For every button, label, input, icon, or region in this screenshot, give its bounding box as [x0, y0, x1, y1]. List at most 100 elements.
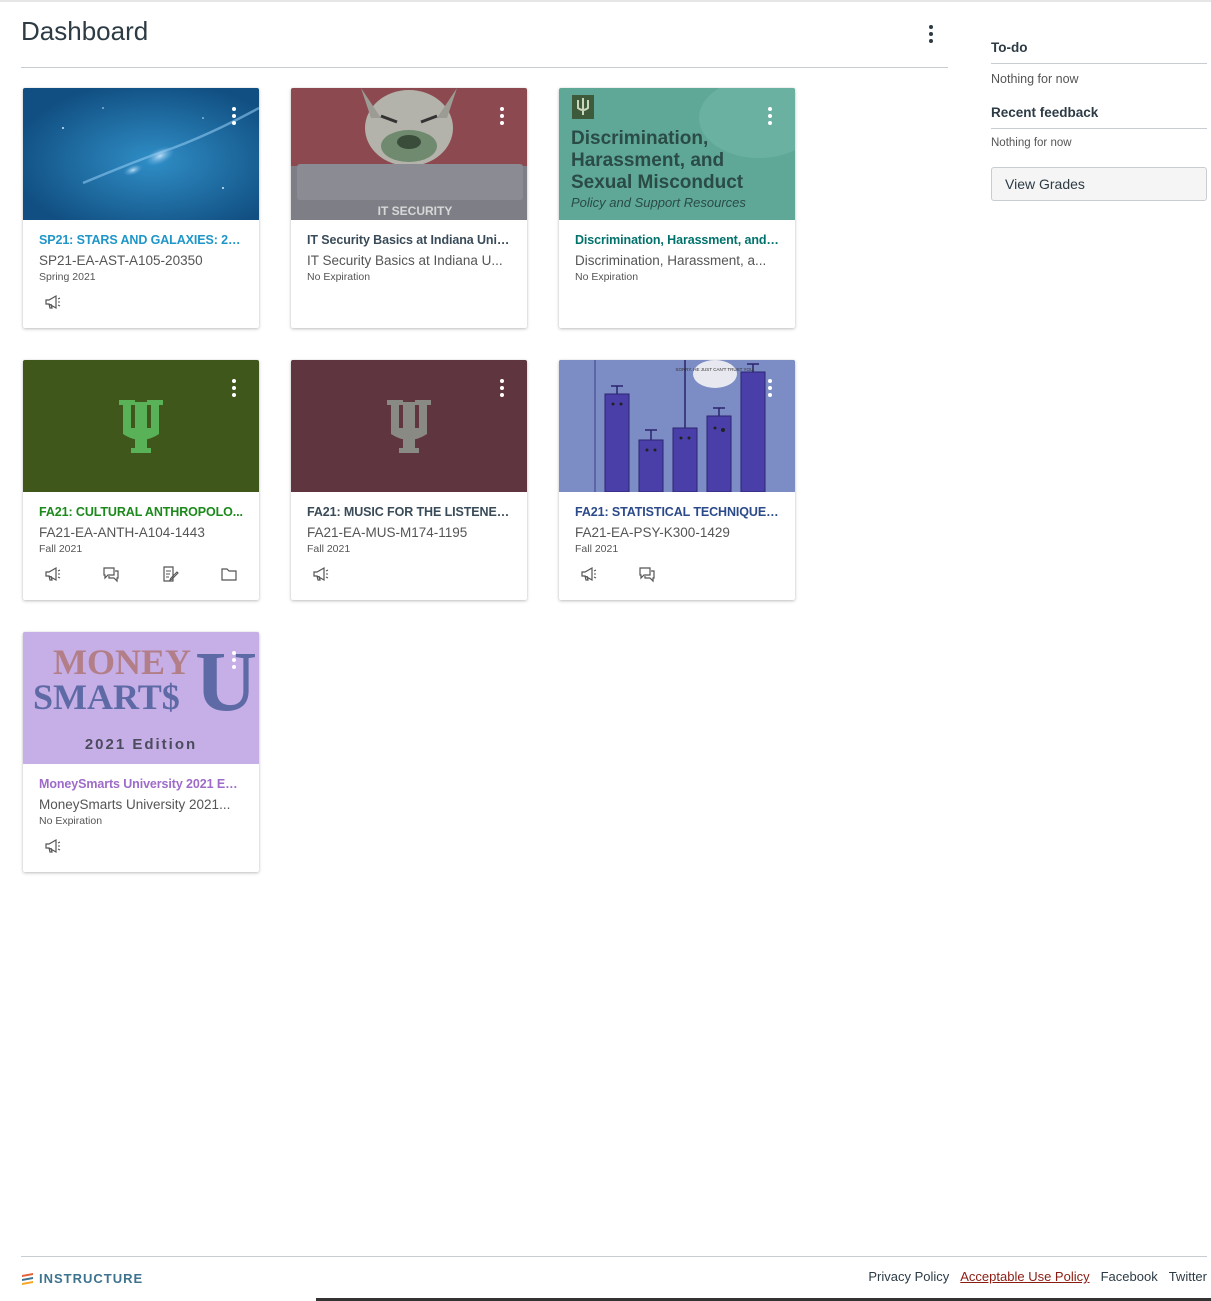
- course-card-hero[interactable]: Discrimination, Harassment, and Sexual M…: [559, 88, 795, 220]
- course-card-body: Discrimination, Harassment, and S... Dis…: [559, 220, 795, 284]
- recent-feedback-heading: Recent feedback: [991, 105, 1207, 129]
- card-actions: [23, 562, 259, 586]
- course-card[interactable]: FA21: MUSIC FOR THE LISTENER... FA21-EA-…: [291, 360, 527, 600]
- card-actions: [291, 562, 527, 586]
- feedback-empty-text: Nothing for now: [991, 137, 1072, 149]
- dashboard-header: Dashboard: [21, 14, 948, 68]
- dashboard-options-button[interactable]: [924, 22, 938, 46]
- card-options-button[interactable]: [763, 376, 777, 400]
- files-button[interactable]: [217, 562, 241, 586]
- svg-text:Sexual Misconduct: Sexual Misconduct: [571, 172, 744, 193]
- announcements-button[interactable]: [41, 834, 65, 858]
- announcements-button[interactable]: [41, 290, 65, 314]
- iu-trident-logo-icon: [119, 400, 163, 453]
- footer-links: Privacy Policy Acceptable Use Policy Fac…: [868, 1269, 1207, 1284]
- course-card-body: FA21: STATISTICAL TECHNIQUES... FA21-EA-…: [559, 492, 795, 556]
- course-card-hero[interactable]: [23, 360, 259, 492]
- galaxy-image: [23, 88, 259, 220]
- right-sidebar: To-do Nothing for now Recent feedback No…: [991, 30, 1207, 201]
- folder-icon: [221, 568, 237, 581]
- announcements-button[interactable]: [577, 562, 601, 586]
- kebab-icon: [767, 107, 773, 125]
- course-card-hero[interactable]: [23, 88, 259, 220]
- announcements-icon: [313, 566, 329, 582]
- announcements-icon: [45, 294, 61, 310]
- card-actions: [23, 834, 259, 858]
- card-options-button[interactable]: [227, 104, 241, 128]
- assignments-icon: [163, 566, 179, 582]
- card-options-button[interactable]: [763, 104, 777, 128]
- discussions-button[interactable]: [99, 562, 123, 586]
- course-code: Discrimination, Harassment, a...: [575, 253, 767, 268]
- card-options-button[interactable]: [227, 648, 241, 672]
- todo-empty-text: Nothing for now: [991, 72, 1079, 86]
- course-term: Fall 2021: [39, 543, 83, 555]
- card-actions: [23, 290, 259, 314]
- facebook-link[interactable]: Facebook: [1101, 1269, 1158, 1284]
- discrimination-policy-image: Discrimination, Harassment, and Sexual M…: [559, 88, 795, 220]
- announcements-button[interactable]: [41, 562, 65, 586]
- kebab-icon: [231, 651, 237, 669]
- discussions-button[interactable]: [635, 562, 659, 586]
- kebab-icon: [231, 379, 237, 397]
- svg-text:Policy and Support Resources: Policy and Support Resources: [571, 195, 746, 210]
- course-code: IT Security Basics at Indiana U...: [307, 253, 503, 268]
- course-title-link[interactable]: FA21: MUSIC FOR THE LISTENER...: [307, 504, 511, 520]
- course-card[interactable]: SORRY. HE JUST CAN'T TRUST YOU. FA21: ST…: [559, 360, 795, 600]
- course-card[interactable]: U MONEY SMART$ 2021 Edition MoneySmarts …: [23, 632, 259, 872]
- course-card[interactable]: SP21: STARS AND GALAXIES: 20... SP21-EA-…: [23, 88, 259, 328]
- kebab-icon: [767, 379, 773, 397]
- card-options-button[interactable]: [495, 376, 509, 400]
- announcements-icon: [45, 838, 61, 854]
- course-code: FA21-EA-PSY-K300-1429: [575, 525, 730, 540]
- iu-trident-logo-icon: [387, 400, 431, 453]
- course-card[interactable]: FA21: CULTURAL ANTHROPOLO... FA21-EA-ANT…: [23, 360, 259, 600]
- view-grades-button[interactable]: View Grades: [991, 167, 1207, 201]
- course-card-hero[interactable]: SORRY. HE JUST CAN'T TRUST YOU.: [559, 360, 795, 492]
- course-card-body: FA21: MUSIC FOR THE LISTENER... FA21-EA-…: [291, 492, 527, 556]
- it-security-image: IT SECURITY: [291, 88, 527, 220]
- discussions-icon: [639, 567, 655, 583]
- course-card[interactable]: Discrimination, Harassment, and Sexual M…: [559, 88, 795, 328]
- course-code: FA21-EA-MUS-M174-1195: [307, 525, 468, 540]
- course-card-hero[interactable]: [291, 360, 527, 492]
- footer: INSTRUCTURE Privacy Policy Acceptable Us…: [21, 1256, 1207, 1298]
- course-title-link[interactable]: MoneySmarts University 2021 Edi...: [39, 776, 243, 792]
- announcements-icon: [581, 566, 597, 582]
- course-code: FA21-EA-ANTH-A104-1443: [39, 525, 205, 540]
- twitter-link[interactable]: Twitter: [1169, 1269, 1207, 1284]
- acceptable-use-policy-link[interactable]: Acceptable Use Policy: [960, 1269, 1089, 1284]
- discussions-icon: [103, 567, 119, 583]
- course-title-link[interactable]: FA21: STATISTICAL TECHNIQUES...: [575, 504, 779, 520]
- course-title-link[interactable]: IT Security Basics at Indiana Unive...: [307, 232, 511, 248]
- card-options-button[interactable]: [227, 376, 241, 400]
- kebab-icon: [499, 379, 505, 397]
- svg-text:SORRY. HE JUST CAN'T TRUST YOU: SORRY. HE JUST CAN'T TRUST YOU.: [675, 367, 754, 372]
- todo-heading: To-do: [991, 40, 1207, 64]
- course-term: Fall 2021: [575, 543, 619, 555]
- course-term: No Expiration: [39, 815, 103, 827]
- course-card-hero[interactable]: U MONEY SMART$ 2021 Edition: [23, 632, 259, 764]
- kebab-icon: [928, 25, 934, 43]
- course-title-link[interactable]: SP21: STARS AND GALAXIES: 20...: [39, 232, 243, 248]
- card-options-button[interactable]: [495, 104, 509, 128]
- svg-text:Discrimination,: Discrimination,: [571, 128, 708, 149]
- course-card[interactable]: IT SECURITY IT Security Basics at Indian…: [291, 88, 527, 328]
- instructure-logo-icon: [22, 1273, 33, 1285]
- card-actions: [559, 562, 795, 586]
- course-card-hero[interactable]: IT SECURITY: [291, 88, 527, 220]
- kebab-icon: [231, 107, 237, 125]
- course-title-link[interactable]: FA21: CULTURAL ANTHROPOLO...: [39, 504, 243, 520]
- course-title-link[interactable]: Discrimination, Harassment, and S...: [575, 232, 779, 248]
- assignments-button[interactable]: [158, 562, 182, 586]
- privacy-policy-link[interactable]: Privacy Policy: [868, 1269, 949, 1284]
- course-code: MoneySmarts University 2021...: [39, 797, 231, 812]
- announcements-button[interactable]: [309, 562, 333, 586]
- svg-text:MONEY: MONEY: [53, 642, 191, 682]
- page-title: Dashboard: [21, 16, 149, 46]
- course-card-body: FA21: CULTURAL ANTHROPOLO... FA21-EA-ANT…: [23, 492, 259, 556]
- instructure-logo-link[interactable]: INSTRUCTURE: [21, 1271, 143, 1286]
- statistics-cartoon-image: SORRY. HE JUST CAN'T TRUST YOU.: [559, 360, 795, 492]
- course-term: No Expiration: [575, 271, 639, 283]
- svg-text:SMART$: SMART$: [33, 677, 180, 717]
